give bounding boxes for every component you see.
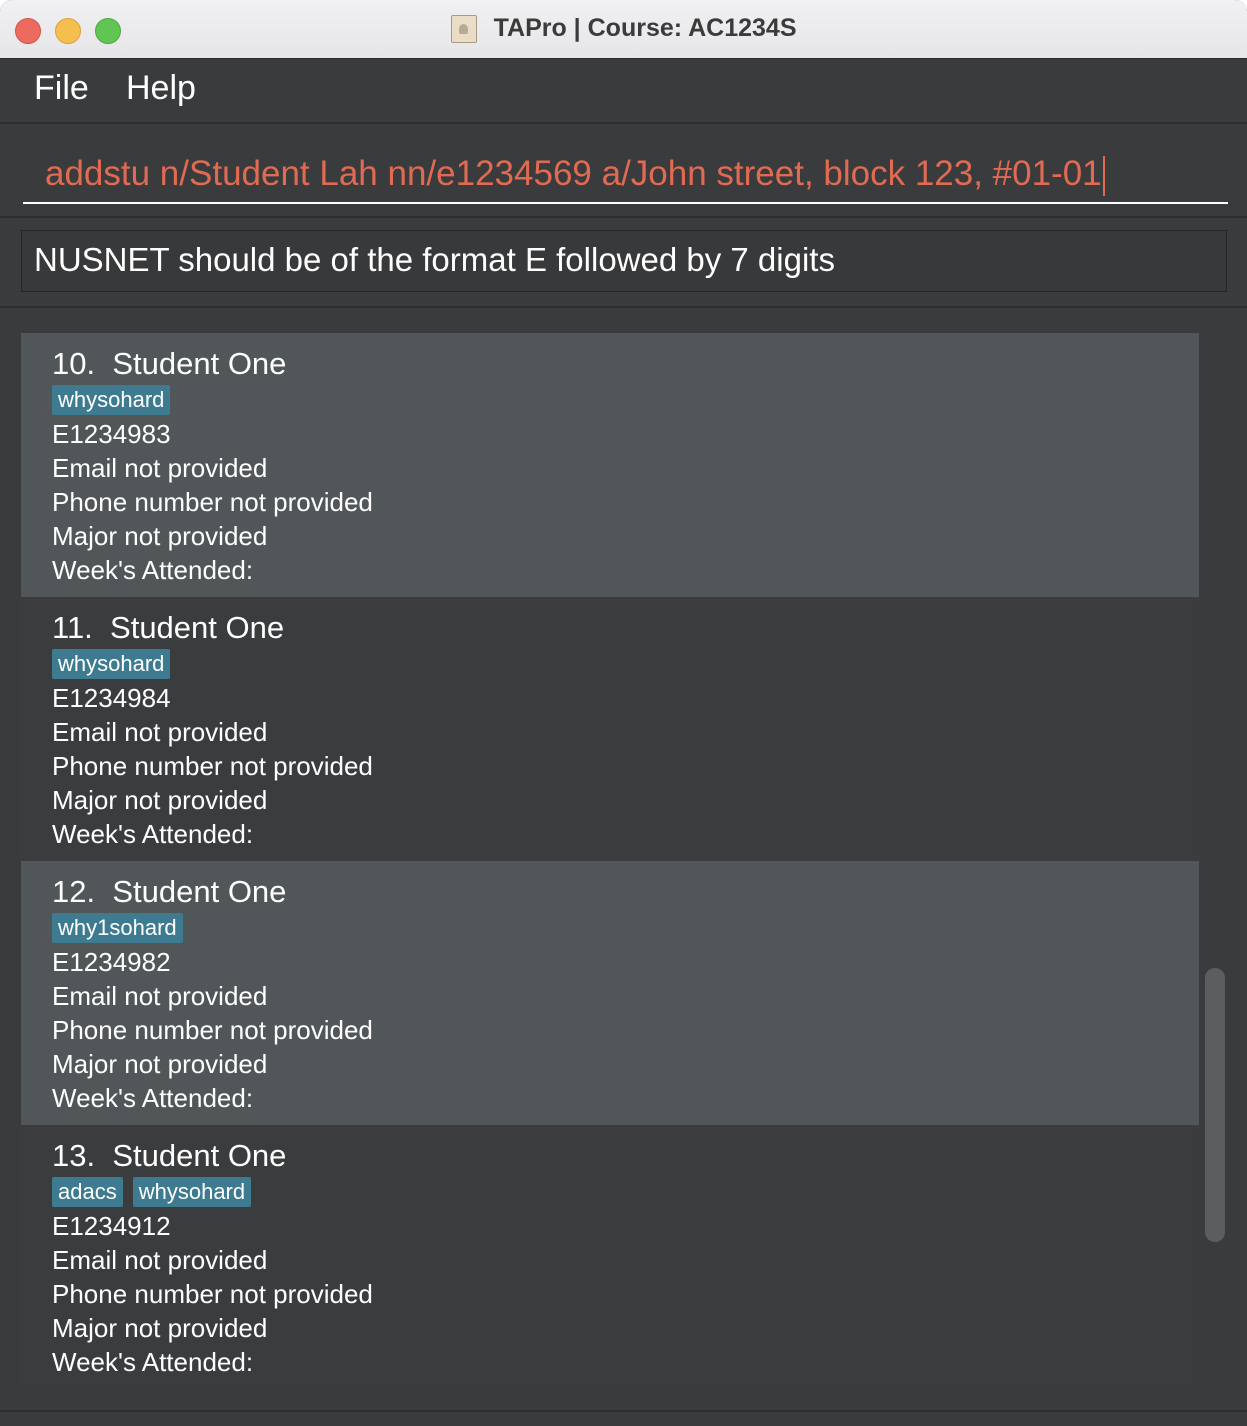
command-input[interactable]: addstu n/Student Lah nn/e1234569 a/John … — [23, 144, 1228, 204]
student-nusnet: E1234982 — [52, 947, 171, 977]
student-attendance: Week's Attended: — [52, 555, 254, 585]
student-index: 10. — [52, 346, 96, 381]
tag-list: why1sohard — [52, 913, 1199, 945]
command-box: addstu n/Student Lah nn/e1234569 a/John … — [0, 124, 1247, 218]
student-heading: 12. Student One — [52, 873, 1199, 911]
student-email: Email not provided — [52, 453, 268, 483]
student-phone: Phone number not provided — [52, 1015, 373, 1045]
window-title: TAPro | Course: AC1234S — [493, 14, 797, 42]
student-card[interactable]: 12. Student One why1sohard E1234982 Emai… — [21, 861, 1199, 1125]
menu-help[interactable]: Help — [126, 69, 196, 108]
title-container: TAPro | Course: AC1234S — [0, 14, 1247, 44]
result-message: NUSNET should be of the format E followe… — [21, 230, 1227, 292]
student-email: Email not provided — [52, 1245, 268, 1275]
student-nusnet: E1234912 — [52, 1211, 171, 1241]
student-major: Major not provided — [52, 1049, 268, 1079]
app-window: TAPro | Course: AC1234S File Help addstu… — [0, 0, 1247, 1426]
tag-label: why1sohard — [52, 913, 183, 943]
student-card[interactable]: 13. Student One adacs whysohard E1234912 … — [21, 1125, 1199, 1389]
tag-list: whysohard — [52, 649, 1199, 681]
student-major: Major not provided — [52, 521, 268, 551]
student-index: 12. — [52, 874, 96, 909]
student-heading: 13. Student One — [52, 1137, 1199, 1175]
student-attendance: Week's Attended: — [52, 819, 254, 849]
menu-bar: File Help — [0, 59, 1247, 124]
tag-label: whysohard — [52, 649, 171, 679]
student-attendance: Week's Attended: — [52, 1083, 254, 1113]
menu-file[interactable]: File — [34, 69, 89, 108]
student-name: Student One — [112, 874, 287, 909]
tag-label: adacs — [52, 1177, 123, 1207]
tag-list: whysohard — [52, 385, 1199, 417]
student-heading: 10. Student One — [52, 345, 1199, 383]
student-email: Email not provided — [52, 981, 268, 1011]
student-card[interactable]: 10. Student One whysohard E1234983 Email… — [21, 333, 1199, 597]
tag-label: whysohard — [52, 385, 171, 415]
student-attendance: Week's Attended: — [52, 1347, 254, 1377]
student-list-panel: 10. Student One whysohard E1234983 Email… — [0, 308, 1247, 1410]
student-email: Email not provided — [52, 717, 268, 747]
student-name: Student One — [112, 346, 287, 381]
student-nusnet: E1234984 — [52, 683, 171, 713]
student-phone: Phone number not provided — [52, 1279, 373, 1309]
student-phone: Phone number not provided — [52, 487, 373, 517]
command-text: addstu n/Student Lah nn/e1234569 a/John … — [45, 154, 1102, 193]
tag-list: adacs whysohard — [52, 1177, 1199, 1209]
student-list[interactable]: 10. Student One whysohard E1234983 Email… — [21, 333, 1199, 1391]
student-major: Major not provided — [52, 1313, 268, 1343]
student-index: 11. — [52, 610, 93, 645]
app-icon — [450, 14, 477, 43]
title-bar: TAPro | Course: AC1234S — [0, 0, 1247, 59]
student-phone: Phone number not provided — [52, 751, 373, 781]
student-name: Student One — [112, 1138, 287, 1173]
text-caret — [1102, 155, 1105, 196]
student-heading: 11. Student One — [52, 609, 1199, 647]
student-major: Major not provided — [52, 785, 268, 815]
status-bar — [0, 1410, 1247, 1426]
student-nusnet: E1234983 — [52, 419, 171, 449]
student-index: 13. — [52, 1138, 96, 1173]
list-scrollbar-thumb[interactable] — [1205, 968, 1225, 1242]
student-card[interactable]: 11. Student One whysohard E1234984 Email… — [21, 597, 1199, 861]
tag-label: whysohard — [132, 1177, 252, 1207]
student-name: Student One — [110, 610, 285, 645]
result-display: NUSNET should be of the format E followe… — [0, 218, 1247, 308]
